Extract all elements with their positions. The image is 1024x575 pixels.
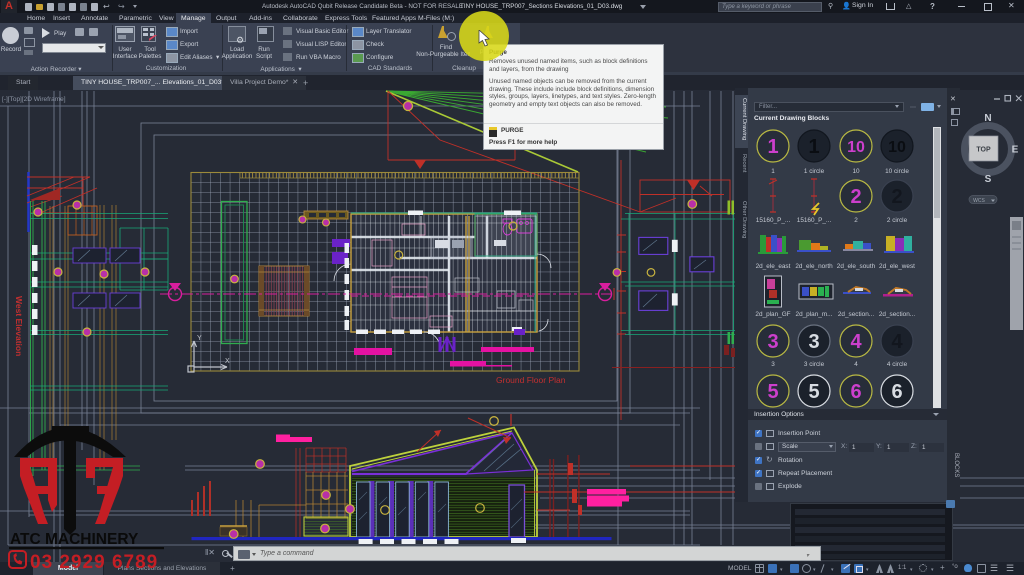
svg-text:2d_ele_south: 2d_ele_south [837, 263, 876, 270]
svg-text:3: 3 [767, 331, 778, 353]
svg-text:10: 10 [847, 139, 865, 156]
svg-text:3 circle: 3 circle [804, 361, 825, 368]
svg-text:2d_plan_m...: 2d_plan_m... [796, 311, 833, 318]
svg-text:2d_section...: 2d_section... [879, 311, 915, 318]
svg-text:2d_section...: 2d_section... [838, 311, 874, 318]
svg-text:10 circle: 10 circle [885, 168, 909, 175]
svg-text:[-][Top][2D Wireframe]: [-][Top][2D Wireframe] [2, 96, 66, 103]
svg-text:4 circle: 4 circle [887, 361, 908, 368]
svg-text:2d_plan_GF: 2d_plan_GF [755, 311, 790, 318]
svg-text:5: 5 [767, 381, 778, 403]
svg-text:E: E [1012, 145, 1019, 156]
svg-text:15160_P_...: 15160_P_... [797, 217, 832, 224]
svg-text:1: 1 [771, 168, 775, 175]
svg-text:1 circle: 1 circle [804, 168, 825, 175]
svg-text:TOP: TOP [976, 147, 991, 154]
svg-text:10: 10 [888, 139, 906, 156]
svg-text:WCS: WCS [973, 198, 985, 204]
svg-text:West Elevation: West Elevation [14, 296, 24, 356]
svg-text:03 2929 6789: 03 2929 6789 [30, 552, 158, 573]
svg-text:10: 10 [852, 168, 860, 175]
svg-text:S: S [985, 174, 992, 185]
svg-text:2d_ele_west: 2d_ele_west [879, 263, 915, 270]
svg-text:2d_ele_north: 2d_ele_north [795, 263, 833, 270]
svg-text:Y: Y [197, 335, 202, 342]
svg-text:2: 2 [891, 186, 902, 208]
svg-text:X: X [225, 358, 230, 365]
svg-text:2 circle: 2 circle [887, 217, 908, 224]
svg-text:3: 3 [771, 361, 775, 368]
svg-text:2: 2 [854, 217, 858, 224]
svg-text:5: 5 [808, 381, 819, 403]
svg-text:ATC MACHINERY: ATC MACHINERY [10, 531, 139, 548]
svg-text:15160_P_...: 15160_P_... [756, 217, 791, 224]
svg-text:6: 6 [850, 381, 861, 403]
svg-text:4: 4 [850, 331, 862, 353]
svg-text:Ground Floor Plan: Ground Floor Plan [496, 375, 566, 385]
svg-text:4: 4 [891, 331, 903, 353]
svg-text:3: 3 [808, 331, 819, 353]
svg-text:1: 1 [808, 136, 819, 158]
svg-text:6: 6 [891, 381, 902, 403]
svg-text:1: 1 [767, 136, 778, 158]
svg-text:N: N [984, 113, 991, 124]
svg-text:2: 2 [850, 186, 861, 208]
svg-text:4: 4 [854, 361, 858, 368]
svg-text:2d_ele_east: 2d_ele_east [756, 263, 791, 270]
